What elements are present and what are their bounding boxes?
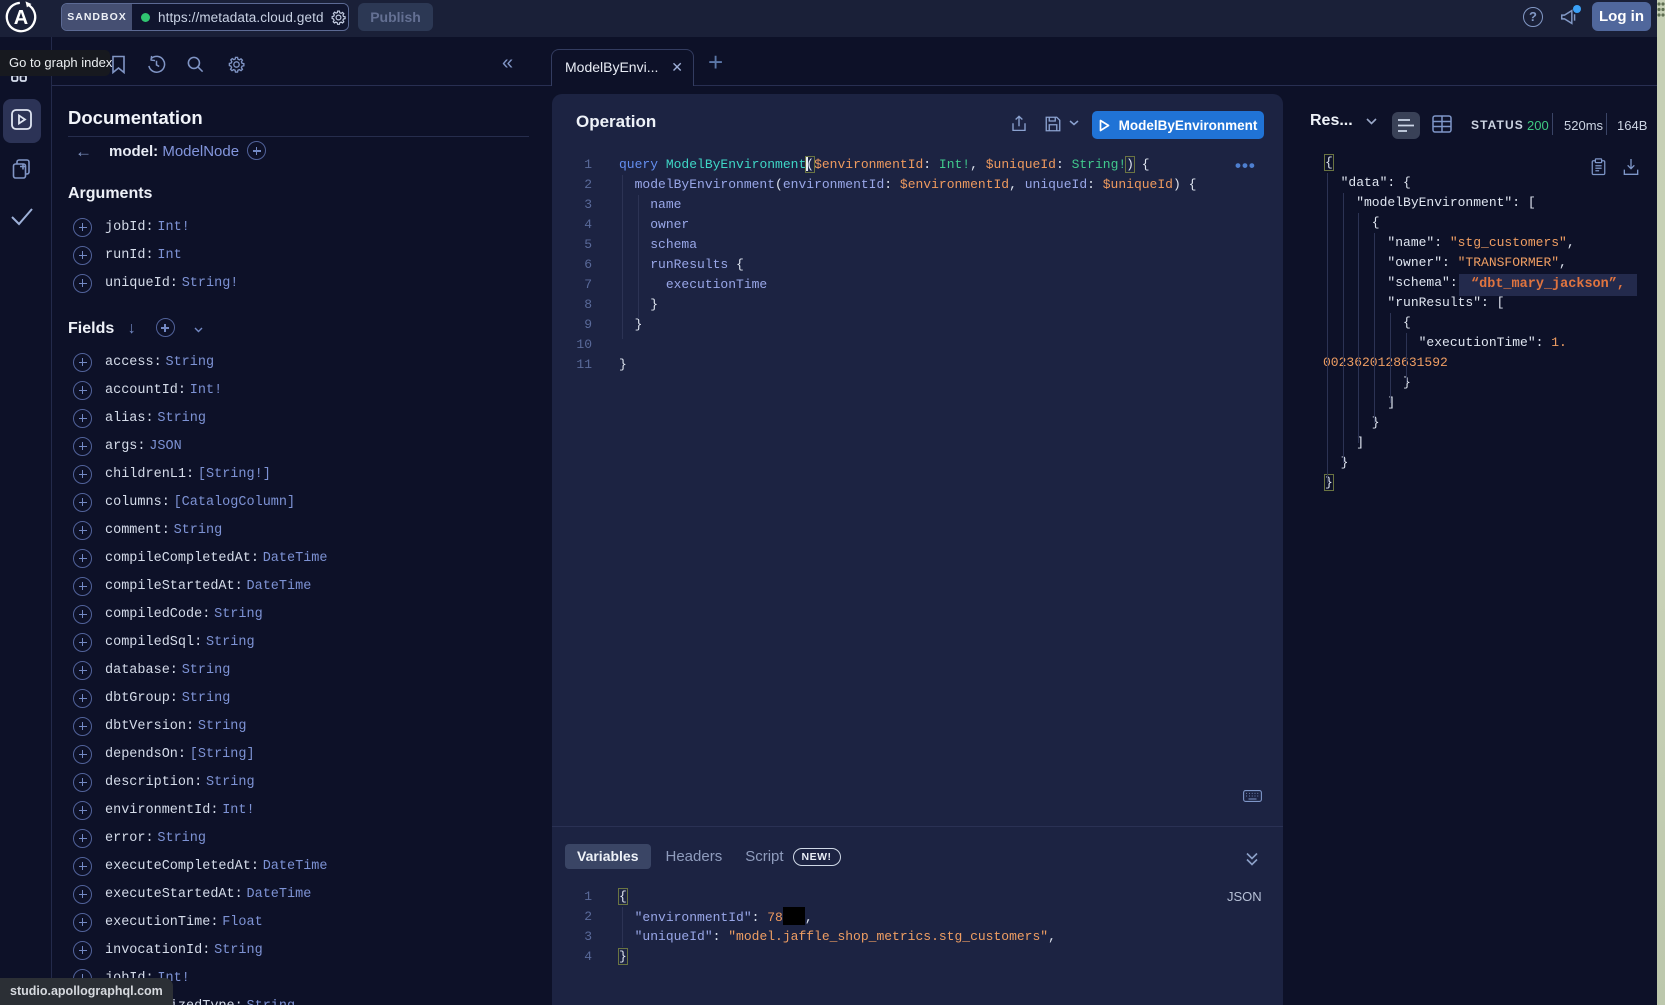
svg-text:A: A [14, 7, 28, 29]
